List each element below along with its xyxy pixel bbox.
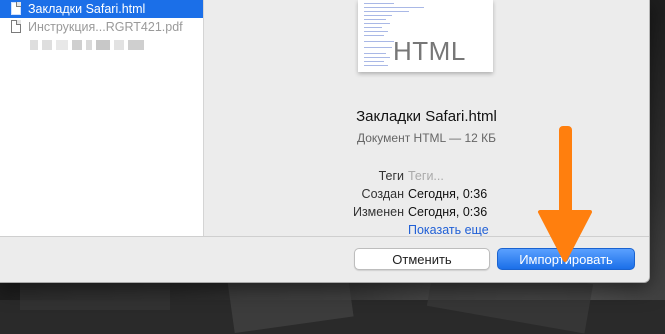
created-label: Создан (361, 187, 404, 201)
tags-field[interactable]: Теги... (408, 169, 444, 183)
created-value: Сегодня, 0:36 (408, 187, 488, 201)
annotation-arrow-icon (538, 126, 592, 262)
show-more-link[interactable]: Показать еще (408, 223, 489, 237)
thumbnail-format-label: HTML (393, 36, 466, 66)
html-document-icon (11, 2, 21, 15)
modified-value: Сегодня, 0:36 (408, 205, 488, 219)
blurred-file-item (30, 40, 148, 50)
tags-label: Теги (378, 169, 404, 183)
modified-label: Изменен (352, 205, 404, 219)
file-item-safari-bookmarks[interactable]: Закладки Safari.html (0, 0, 203, 18)
cancel-button[interactable]: Отменить (354, 248, 490, 270)
document-thumbnail: HTML (358, 0, 493, 72)
file-item-label: Закладки Safari.html (28, 2, 146, 16)
file-item-label: Инструкция...RGRT421.pdf (28, 20, 183, 34)
pdf-document-icon (11, 20, 21, 33)
file-item-instruction-pdf[interactable]: Инструкция...RGRT421.pdf (0, 18, 203, 36)
file-list: Закладки Safari.html Инструкция...RGRT42… (0, 0, 204, 236)
